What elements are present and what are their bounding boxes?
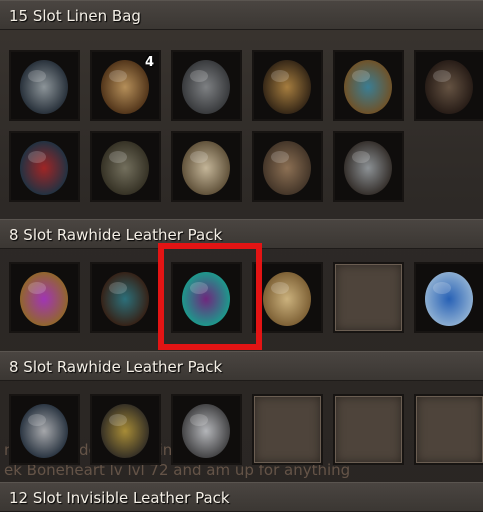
mace-slot[interactable] [171,394,242,465]
bag-header-linen[interactable]: 15 Slot Linen Bag [0,0,483,30]
ornate-boots-slot[interactable] [333,50,404,121]
bag-header-rawhide-1[interactable]: 8 Slot Rawhide Leather Pack [0,219,483,249]
hooded-cloak-slot[interactable] [90,262,161,333]
skull-armor-slot[interactable] [9,131,80,202]
bag-title: 12 Slot Invisible Leather Pack [9,489,230,507]
inventory-panel: 15 Slot Linen Bag 4 8 Slot Rawhide Leath… [0,0,483,512]
empty-slot[interactable] [252,394,323,465]
empty-slot[interactable] [333,262,404,333]
armored-chestpiece-slot[interactable] [171,50,242,121]
leather-boots-slot[interactable] [414,50,483,121]
helmet-slot[interactable] [90,394,161,465]
loot-sack-slot[interactable]: 4 [90,50,161,121]
bag-header-invisible[interactable]: 12 Slot Invisible Leather Pack [0,482,483,512]
leggings-slot[interactable] [90,131,161,202]
empty-slot[interactable] [414,394,483,465]
bag-title: 15 Slot Linen Bag [9,7,141,25]
gauntlet-slot[interactable] [252,131,323,202]
golem-blueprint-slot[interactable] [414,262,483,333]
claw-weapon-slot[interactable] [9,50,80,121]
recipe-scroll-slot[interactable] [252,262,323,333]
axe-slot[interactable] [333,131,404,202]
rune-scroll-slot[interactable] [9,262,80,333]
stack-count: 4 [144,55,154,70]
empty-slot[interactable] [333,394,404,465]
bag-title: 8 Slot Rawhide Leather Pack [9,226,223,244]
gloves-slot[interactable] [252,50,323,121]
bone-slot[interactable] [171,131,242,202]
spear-slot[interactable] [9,394,80,465]
bag-title: 8 Slot Rawhide Leather Pack [9,358,223,376]
purple-leggings-slot[interactable] [171,262,242,333]
bag-header-rawhide-2[interactable]: 8 Slot Rawhide Leather Pack [0,351,483,381]
